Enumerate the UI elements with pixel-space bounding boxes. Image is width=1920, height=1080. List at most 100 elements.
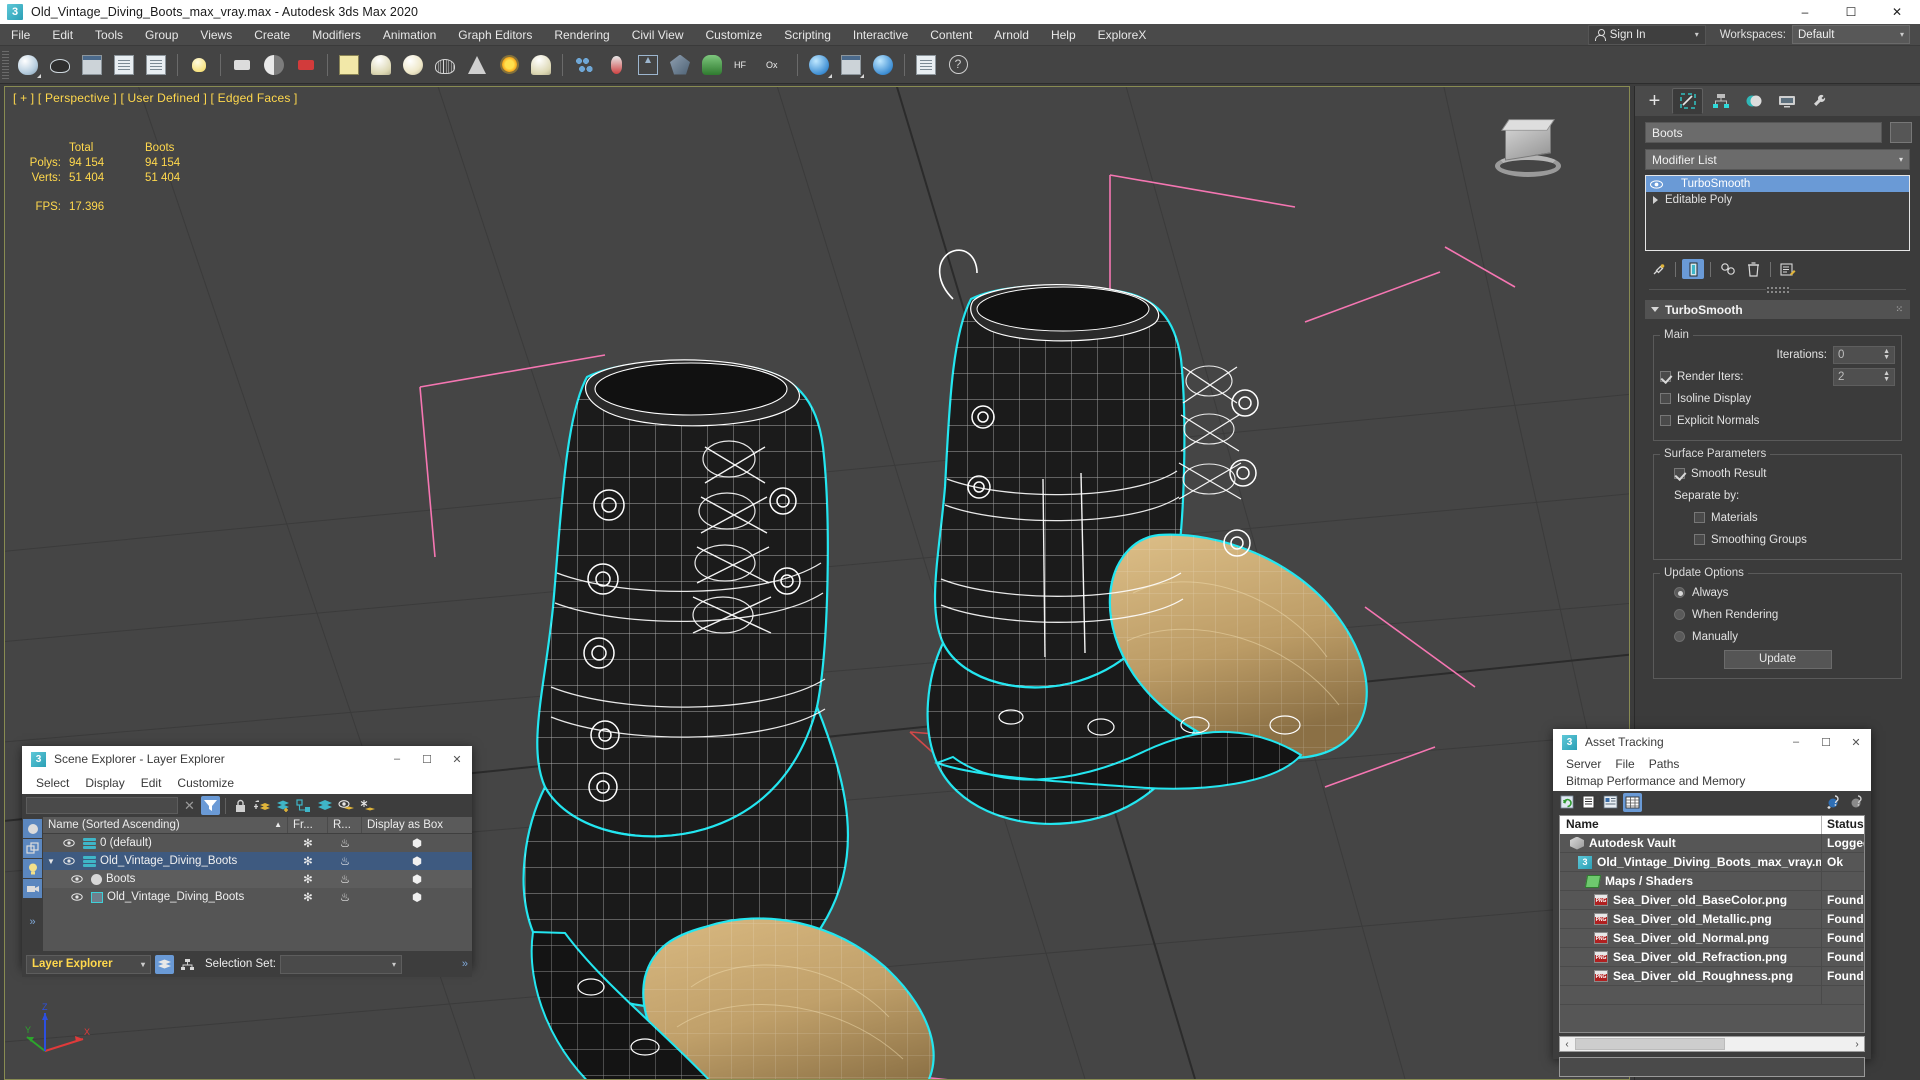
- scroll-thumb[interactable]: [1575, 1038, 1725, 1050]
- table-row[interactable]: Sea_Diver_old_Refraction.png Found: [1560, 948, 1864, 967]
- layers-icon[interactable]: [315, 796, 334, 815]
- table-row[interactable]: Sea_Diver_old_Metallic.png Found: [1560, 910, 1864, 929]
- eye-icon[interactable]: [61, 837, 76, 850]
- renderable-cell-icon[interactable]: ♨: [328, 872, 362, 886]
- col-name[interactable]: Name (Sorted Ascending): [48, 817, 180, 833]
- footer-expand-icon[interactable]: »: [462, 958, 468, 970]
- materials-checkbox[interactable]: [1694, 512, 1705, 523]
- menu-interactive[interactable]: Interactive: [842, 24, 919, 46]
- eye-icon[interactable]: [69, 873, 84, 886]
- menu-edit[interactable]: Edit: [41, 24, 84, 46]
- object-name-field[interactable]: Boots: [1645, 122, 1882, 143]
- col-renderable[interactable]: R...: [328, 817, 362, 833]
- render-frame-window-icon[interactable]: [109, 50, 139, 80]
- capsule-icon[interactable]: [601, 50, 631, 80]
- pin-stack-icon[interactable]: [1647, 259, 1669, 279]
- frozen-cell-icon[interactable]: ✻: [288, 872, 328, 886]
- se-menu-customize[interactable]: Customize: [169, 776, 242, 790]
- render-production-icon[interactable]: [141, 50, 171, 80]
- table-row[interactable]: Maps / Shaders: [1560, 872, 1864, 891]
- egg-icon[interactable]: [526, 50, 556, 80]
- eye-icon[interactable]: [69, 891, 84, 904]
- renderable-cell-icon[interactable]: ♨: [328, 854, 362, 868]
- camera-icon[interactable]: [227, 50, 257, 80]
- table-row[interactable]: Old_Vintage_Diving_Boots ✻ ♨ ⬢: [43, 888, 472, 906]
- table-view-icon[interactable]: [1623, 792, 1642, 812]
- col-status[interactable]: Status: [1822, 816, 1864, 834]
- configure-modifier-sets-icon[interactable]: [1777, 259, 1799, 279]
- when-rendering-radio[interactable]: [1674, 609, 1685, 620]
- scroll-right-icon[interactable]: ›: [1850, 1039, 1864, 1050]
- show-end-result-icon[interactable]: [1682, 259, 1704, 279]
- help-icon[interactable]: ?: [943, 50, 973, 80]
- render-iters-spinner[interactable]: 2 ▲ ▼: [1833, 367, 1895, 386]
- asset-tracking-minimize[interactable]: –: [1781, 729, 1811, 755]
- table-row[interactable]: Boots ✻ ♨ ⬢: [43, 870, 472, 888]
- tab-motion[interactable]: [1738, 88, 1769, 114]
- make-unique-icon[interactable]: [1717, 259, 1739, 279]
- smoothing-groups-checkbox[interactable]: [1694, 534, 1705, 545]
- asset-tracking-maximize[interactable]: ☐: [1811, 729, 1841, 755]
- eye-icon[interactable]: [61, 855, 76, 868]
- add-asset-help-icon[interactable]: [1825, 793, 1844, 812]
- grass-icon[interactable]: [697, 50, 727, 80]
- table-row[interactable]: ▼ Old_Vintage_Diving_Boots ✻ ♨ ⬢: [43, 852, 472, 870]
- menu-file[interactable]: File: [0, 24, 41, 46]
- menu-customize[interactable]: Customize: [695, 24, 774, 46]
- menu-graph-editors[interactable]: Graph Editors: [447, 24, 543, 46]
- light-icon[interactable]: [184, 50, 214, 80]
- plane-map-icon[interactable]: [334, 50, 364, 80]
- viewcube[interactable]: [1493, 119, 1565, 191]
- display-as-box-cell-icon[interactable]: ⬢: [362, 854, 472, 868]
- display-as-box-cell-icon[interactable]: ⬢: [362, 836, 472, 850]
- se-menu-select[interactable]: Select: [28, 776, 77, 790]
- menu-help[interactable]: Help: [1040, 24, 1087, 46]
- expander-icon[interactable]: ▼: [47, 857, 57, 866]
- asset-table-hscrollbar[interactable]: ‹ ›: [1559, 1036, 1865, 1052]
- filter-geometry-icon[interactable]: [23, 819, 42, 838]
- menu-scripting[interactable]: Scripting: [773, 24, 842, 46]
- rock-icon[interactable]: [665, 50, 695, 80]
- table-row[interactable]: 3 Old_Vintage_Diving_Boots_max_vray.max …: [1560, 853, 1864, 872]
- se-menu-display[interactable]: Display: [77, 776, 132, 790]
- display-as-box-cell-icon[interactable]: ⬢: [362, 872, 472, 886]
- particles-icon[interactable]: [569, 50, 599, 80]
- menu-group[interactable]: Group: [134, 24, 189, 46]
- menu-create[interactable]: Create: [243, 24, 301, 46]
- add-selection-to-layer-icon[interactable]: [273, 796, 292, 815]
- render-camera-icon[interactable]: [291, 50, 321, 80]
- asset-tracking-window[interactable]: 3 Asset Tracking – ☐ ✕ Server File Paths…: [1553, 729, 1871, 1077]
- cloud-icon[interactable]: [45, 50, 75, 80]
- scene-converter-icon[interactable]: [836, 50, 866, 80]
- renderable-cell-icon[interactable]: ♨: [328, 836, 362, 850]
- se-menu-edit[interactable]: Edit: [133, 776, 170, 790]
- dome-icon[interactable]: [366, 50, 396, 80]
- renderable-cell-icon[interactable]: ♨: [328, 890, 362, 904]
- frozen-cell-icon[interactable]: ✻: [288, 836, 328, 850]
- filter-icon[interactable]: [201, 796, 220, 815]
- expand-filters-icon[interactable]: »: [22, 916, 43, 928]
- menu-tools[interactable]: Tools: [84, 24, 134, 46]
- table-row[interactable]: Sea_Diver_old_Roughness.png Found: [1560, 967, 1864, 986]
- spinner-arrows-icon[interactable]: ▲ ▼: [1883, 348, 1890, 361]
- workspace-select[interactable]: Default ▾: [1792, 25, 1910, 44]
- at-menu-file[interactable]: File: [1608, 756, 1641, 773]
- at-menu-paths[interactable]: Paths: [1642, 756, 1687, 773]
- maximize-button[interactable]: ☐: [1828, 0, 1874, 24]
- filter-shapes-icon[interactable]: [23, 839, 42, 858]
- menu-arnold[interactable]: Arnold: [983, 24, 1040, 46]
- scene-explorer-maximize[interactable]: ☐: [412, 746, 442, 772]
- eye-icon[interactable]: [1649, 178, 1664, 191]
- teapot-icon[interactable]: [13, 50, 43, 80]
- clear-search-icon[interactable]: ✕: [180, 796, 199, 815]
- col-frozen[interactable]: Fr...: [288, 817, 328, 833]
- asset-tracking-table[interactable]: Name Status Autodesk Vault Logged 3 Old_…: [1559, 815, 1865, 1033]
- close-button[interactable]: ✕: [1874, 0, 1920, 24]
- refresh-icon[interactable]: [1557, 793, 1576, 812]
- modifier-list-dropdown[interactable]: Modifier List ▾: [1645, 149, 1910, 170]
- asset-help-icon[interactable]: [1848, 793, 1867, 812]
- table-row[interactable]: Autodesk Vault Logged: [1560, 834, 1864, 853]
- at-menu-server[interactable]: Server: [1559, 756, 1608, 773]
- frozen-cell-icon[interactable]: ✻: [288, 854, 328, 868]
- tab-hierarchy[interactable]: [1705, 88, 1736, 114]
